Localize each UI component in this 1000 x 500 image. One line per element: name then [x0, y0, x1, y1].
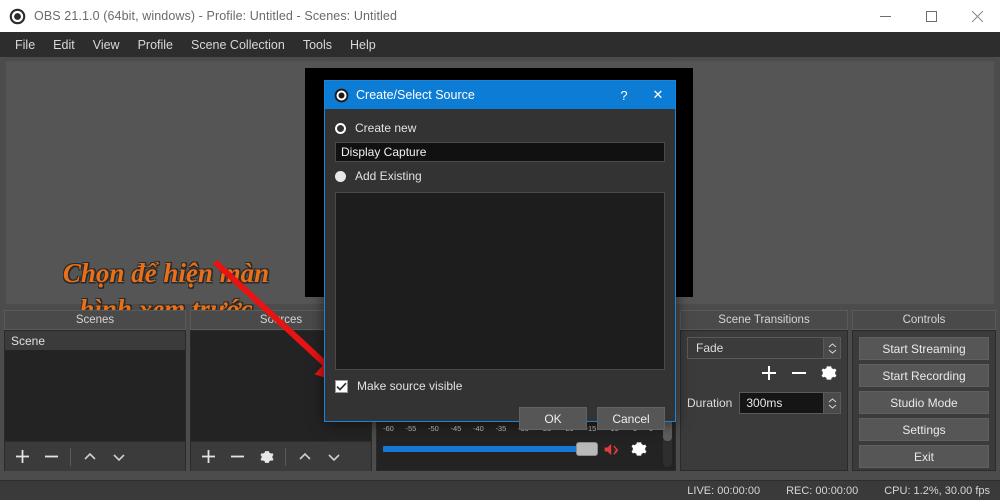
- scenes-dock: Scenes Scene: [4, 310, 186, 471]
- statusbar: LIVE: 00:00:00 REC: 00:00:00 CPU: 1.2%, …: [0, 480, 1000, 500]
- speaker-muted-icon[interactable]: x: [603, 442, 621, 457]
- chevron-down-icon[interactable]: [320, 444, 347, 470]
- mixer-controls-row: x: [383, 441, 651, 457]
- dialog-body: Create new Display Capture Add Existing …: [325, 109, 675, 423]
- menu-item-scene-collection[interactable]: Scene Collection: [182, 35, 294, 55]
- plus-icon[interactable]: [195, 444, 222, 470]
- controls-panel-title: Controls: [852, 310, 996, 330]
- menu-item-profile[interactable]: Profile: [129, 35, 182, 55]
- dialog-title-buttons: ? ✕: [607, 81, 675, 109]
- source-name-value: Display Capture: [341, 145, 426, 159]
- sources-toolbar: [191, 441, 371, 471]
- minimize-icon[interactable]: [862, 0, 908, 32]
- volume-slider-handle[interactable]: [576, 442, 598, 456]
- exit-button[interactable]: Exit: [859, 445, 989, 468]
- obs-main-window: OBS 21.1.0 (64bit, windows) - Profile: U…: [0, 0, 1000, 500]
- radio-add-existing-label: Add Existing: [355, 169, 422, 183]
- ok-button[interactable]: OK: [519, 407, 587, 430]
- menu-item-view[interactable]: View: [84, 35, 129, 55]
- status-rec: REC: 00:00:00: [786, 485, 858, 497]
- scenes-list[interactable]: Scene: [5, 331, 185, 441]
- volume-slider[interactable]: [383, 446, 591, 452]
- obs-logo-icon: [334, 88, 349, 103]
- minus-icon[interactable]: [224, 444, 251, 470]
- radio-unselected-icon: [335, 171, 346, 182]
- cancel-button[interactable]: Cancel: [597, 407, 665, 430]
- radio-create-new[interactable]: Create new: [335, 118, 665, 138]
- window-titlebar: OBS 21.1.0 (64bit, windows) - Profile: U…: [0, 0, 1000, 32]
- existing-sources-list[interactable]: [335, 192, 665, 370]
- controls-dock: Controls Start Streaming Start Recording…: [852, 310, 996, 471]
- menu-item-edit[interactable]: Edit: [44, 35, 84, 55]
- menubar: File Edit View Profile Scene Collection …: [0, 32, 1000, 57]
- transitions-panel-title: Scene Transitions: [680, 310, 848, 330]
- chevron-updown-icon[interactable]: [823, 338, 840, 358]
- dialog-actions: OK Cancel: [335, 407, 665, 430]
- dialog-title: Create/Select Source: [356, 88, 475, 102]
- create-select-source-dialog: Create/Select Source ? ✕ Create new Disp…: [324, 80, 676, 422]
- transitions-toolbar: [681, 359, 847, 386]
- make-source-visible-checkbox[interactable]: Make source visible: [335, 379, 665, 393]
- start-recording-button[interactable]: Start Recording: [859, 364, 989, 387]
- toolbar-divider: [70, 448, 71, 466]
- toolbar-divider: [285, 448, 286, 466]
- dialog-titlebar: Create/Select Source ? ✕: [325, 81, 675, 109]
- transitions-panel-body: Fade: [680, 330, 848, 471]
- transition-select-value: Fade: [696, 341, 723, 355]
- duration-label: Duration: [687, 396, 732, 410]
- scenes-panel-title: Scenes: [4, 310, 186, 330]
- scenes-panel-body: Scene: [4, 330, 186, 471]
- checkbox-checked-icon: [335, 380, 348, 393]
- window-title: OBS 21.1.0 (64bit, windows) - Profile: U…: [34, 9, 397, 23]
- duration-input[interactable]: 300ms: [739, 392, 841, 414]
- start-streaming-button[interactable]: Start Streaming: [859, 337, 989, 360]
- help-icon[interactable]: ?: [607, 81, 641, 109]
- transitions-dock: Scene Transitions Fade: [680, 310, 848, 471]
- radio-create-new-label: Create new: [355, 121, 416, 135]
- status-cpu: CPU: 1.2%, 30.00 fps: [884, 485, 990, 497]
- plus-icon[interactable]: [761, 365, 777, 386]
- duration-value: 300ms: [746, 396, 782, 410]
- obs-logo-icon: [9, 8, 26, 25]
- settings-button[interactable]: Settings: [859, 418, 989, 441]
- duration-row: Duration 300ms: [681, 386, 847, 414]
- radio-add-existing[interactable]: Add Existing: [335, 166, 665, 186]
- chevron-down-icon[interactable]: [105, 444, 132, 470]
- menu-item-help[interactable]: Help: [341, 35, 385, 55]
- minus-icon[interactable]: [791, 365, 807, 386]
- close-icon[interactable]: ✕: [641, 81, 675, 109]
- list-item[interactable]: Scene: [5, 331, 185, 350]
- gear-icon[interactable]: [253, 444, 280, 470]
- minus-icon[interactable]: [38, 444, 65, 470]
- window-controls: [862, 0, 1000, 32]
- transition-select[interactable]: Fade: [687, 337, 841, 359]
- chevron-up-icon[interactable]: [291, 444, 318, 470]
- svg-text:x: x: [614, 447, 618, 454]
- radio-selected-icon: [335, 123, 346, 134]
- menu-item-file[interactable]: File: [6, 35, 44, 55]
- status-live: LIVE: 00:00:00: [687, 485, 760, 497]
- gear-icon[interactable]: [631, 441, 647, 457]
- close-icon[interactable]: [954, 0, 1000, 32]
- gear-icon[interactable]: [821, 365, 837, 386]
- maximize-icon[interactable]: [908, 0, 954, 32]
- source-name-input[interactable]: Display Capture: [335, 142, 665, 162]
- chevron-up-icon[interactable]: [76, 444, 103, 470]
- plus-icon[interactable]: [9, 444, 36, 470]
- duration-stepper[interactable]: [823, 393, 840, 413]
- menu-item-tools[interactable]: Tools: [294, 35, 341, 55]
- controls-panel-body: Start Streaming Start Recording Studio M…: [852, 330, 996, 471]
- scenes-toolbar: [5, 441, 185, 471]
- studio-mode-button[interactable]: Studio Mode: [859, 391, 989, 414]
- make-source-visible-label: Make source visible: [357, 379, 462, 393]
